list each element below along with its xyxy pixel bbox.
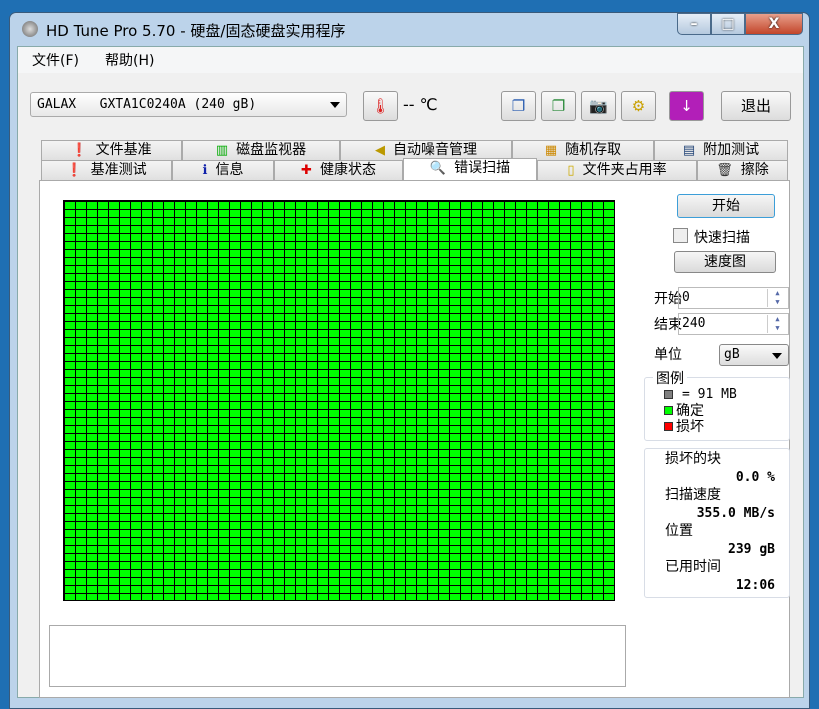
toolbar: GALAX GXTA1C0240A (240 gB) 🌡 -- ℃ ❐ ❐ 📷 … (18, 79, 803, 127)
trash-icon: 🗑 (716, 163, 733, 178)
file-benchmark-icon: ❗ (71, 143, 88, 158)
spinner-arrows[interactable]: ▲ ▼ (767, 289, 787, 307)
tab-folder-usage[interactable]: ▯ 文件夹占用率 (537, 160, 697, 180)
menu-bar: 文件(F) 帮助(H) (18, 47, 803, 73)
save-download-icon: ↓ (680, 97, 693, 115)
tab-label: 随机存取 (565, 142, 622, 158)
damaged-blocks-label: 损坏的块 (665, 451, 721, 467)
temperature-readout: -- ℃ (403, 95, 438, 114)
start-field[interactable]: 0 ▲ ▼ (678, 287, 789, 309)
camera-button[interactable]: 📷 (581, 91, 616, 121)
tab-benchmark[interactable]: ❗ 基准测试 (41, 160, 172, 180)
tab-health[interactable]: ✚ 健康状态 (274, 160, 403, 180)
copy-screenshot-button[interactable]: ❐ (541, 91, 576, 121)
health-icon: ✚ (301, 163, 312, 178)
disk-monitor-icon: ▥ (215, 143, 229, 158)
menu-help[interactable]: 帮助(H) (105, 50, 154, 70)
block-map (63, 200, 615, 601)
end-value: 240 (682, 316, 706, 331)
info-icon: ℹ (202, 163, 208, 178)
speed-map-button[interactable]: 速度图 (674, 251, 776, 273)
tab-label: 信息 (215, 162, 244, 178)
menu-file[interactable]: 文件(F) (32, 50, 79, 70)
scan-speed-value: 355.0 MB/s (696, 506, 775, 521)
position-value: 239 gB (728, 542, 775, 557)
quick-scan-label: 快速扫描 (694, 230, 750, 246)
tab-label: 附加测试 (703, 142, 760, 158)
start-button[interactable]: 开始 (677, 194, 775, 218)
tab-label: 基准测试 (90, 162, 147, 178)
tab-label: 错误扫描 (454, 160, 511, 176)
tab-error-scan[interactable]: 🔍 错误扫描 (403, 158, 537, 180)
tab-random-access[interactable]: ▦ 随机存取 (512, 140, 654, 160)
start-value: 0 (682, 290, 690, 305)
options-button[interactable]: ⚙ (621, 91, 656, 121)
tab-label: 自动噪音管理 (393, 142, 477, 158)
extra-tests-icon: ▤ (682, 143, 696, 158)
spinner-arrows[interactable]: ▲ ▼ (767, 315, 787, 333)
window-title: HD Tune Pro 5.70 - 硬盘/固态硬盘实用程序 (46, 22, 346, 40)
unit-value: gB (724, 347, 740, 362)
tab-bar: ❗ 文件基准 ▥ 磁盘监视器 ◀ 自动噪音管理 ▦ 随机存取 ▤ 附加测试 ❗ 基准测试 ℹ… (41, 140, 788, 180)
folder-icon: ▯ (567, 163, 575, 178)
quick-scan-checkbox[interactable] (673, 228, 688, 243)
app-window: HD Tune Pro 5.70 - 硬盘/固态硬盘实用程序 – □ X 文件(… (9, 12, 810, 709)
legend-title: 图例 (653, 368, 687, 388)
damaged-label: 损坏 (676, 419, 704, 435)
drive-select[interactable]: GALAX GXTA1C0240A (240 gB) (30, 92, 347, 117)
unit-select[interactable]: gB (719, 344, 789, 366)
tab-aam[interactable]: ◀ 自动噪音管理 (340, 140, 512, 160)
damaged-swatch (664, 421, 673, 431)
thermometer-icon: 🌡 (370, 97, 391, 115)
error-scan-panel: 开始 快速扫描 速度图 开始 0 ▲ ▼ 结束 240 ▲ ▼ 单位 gB 图例 = 9… (39, 180, 790, 698)
speaker-icon: ◀ (375, 143, 385, 158)
elapsed-label: 已用时间 (665, 559, 721, 575)
thermometer-button[interactable]: 🌡 (363, 91, 398, 121)
tab-label: 磁盘监视器 (236, 142, 307, 158)
tab-info[interactable]: ℹ 信息 (172, 160, 274, 180)
random-access-icon: ▦ (544, 143, 558, 158)
drive-select-value: GALAX GXTA1C0240A (240 gB) (37, 97, 257, 112)
end-field[interactable]: 240 ▲ ▼ (678, 313, 789, 335)
app-icon (22, 21, 38, 37)
tab-file-benchmark[interactable]: ❗ 文件基准 (41, 140, 182, 160)
tab-disk-monitor[interactable]: ▥ 磁盘监视器 (182, 140, 340, 160)
copy-info-icon: ❐ (511, 97, 526, 115)
tab-label: 擦除 (740, 162, 769, 178)
client-area: 文件(F) 帮助(H) GALAX GXTA1C0240A (240 gB) 🌡… (17, 46, 804, 698)
legend-box: 图例 = 91 MB 确定 损坏 (644, 368, 790, 441)
camera-icon: 📷 (589, 97, 608, 115)
options-icon: ⚙ (631, 97, 646, 115)
tab-label: 文件基准 (95, 142, 152, 158)
magnifier-icon: 🔍 (429, 161, 447, 176)
exit-button[interactable]: 退出 (721, 91, 791, 121)
ok-swatch (664, 405, 673, 415)
tab-extra-tests[interactable]: ▤ 附加测试 (654, 140, 788, 160)
minimize-button[interactable]: – (677, 13, 711, 35)
copy-info-button[interactable]: ❐ (501, 91, 536, 121)
save-button[interactable]: ↓ (669, 91, 704, 121)
chevron-down-icon (330, 102, 340, 108)
stats-box: 损坏的块 0.0 % 扫描速度 355.0 MB/s 位置 239 gB 已用时… (644, 448, 790, 598)
tab-erase[interactable]: 🗑 擦除 (697, 160, 788, 180)
close-button[interactable]: X (745, 13, 803, 35)
copy-screenshot-icon: ❐ (551, 97, 566, 115)
tab-label: 健康状态 (319, 162, 376, 178)
damaged-blocks-value: 0.0 % (735, 470, 775, 485)
elapsed-value: 12:06 (735, 578, 775, 593)
scan-controls: 开始 快速扫描 速度图 开始 0 ▲ ▼ 结束 240 ▲ ▼ 单位 gB 图例 = 9… (640, 181, 790, 697)
block-size-swatch (664, 389, 673, 399)
benchmark-icon: ❗ (66, 163, 83, 178)
log-area (49, 625, 626, 687)
unit-label: 单位 (654, 347, 682, 363)
tab-label: 文件夹占用率 (582, 162, 667, 178)
maximize-button[interactable]: □ (711, 13, 745, 35)
scan-speed-label: 扫描速度 (665, 487, 721, 503)
chevron-down-icon (772, 353, 782, 359)
position-label: 位置 (665, 523, 693, 539)
